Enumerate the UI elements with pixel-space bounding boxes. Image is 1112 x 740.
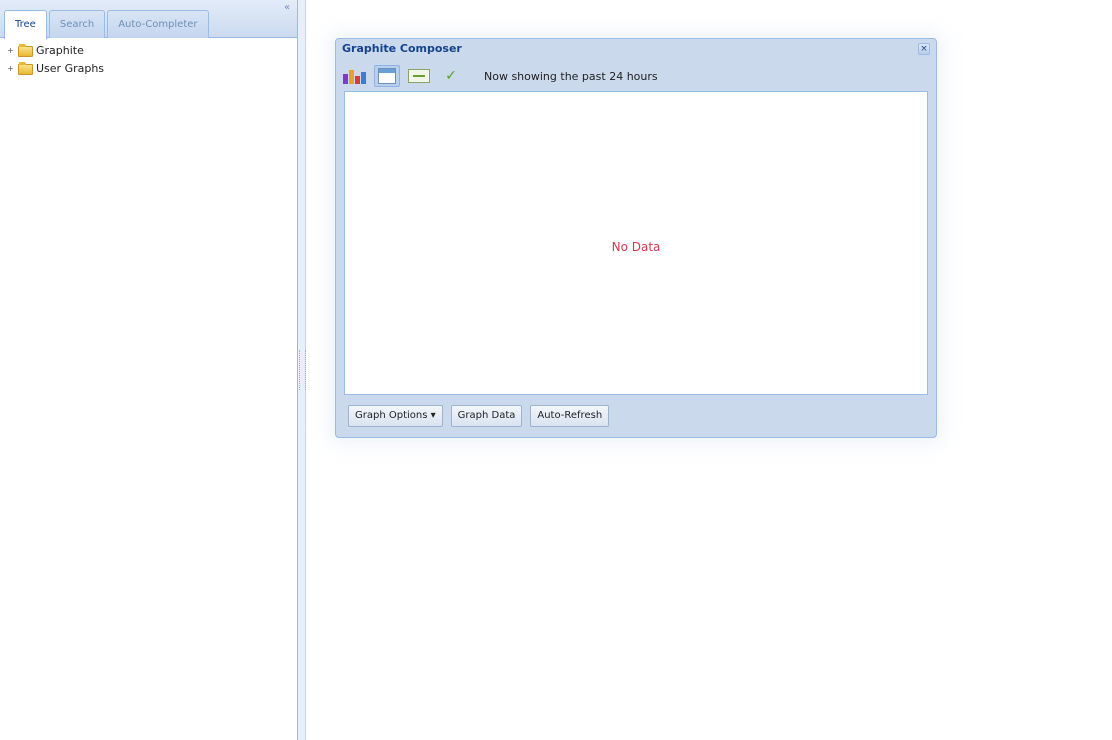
panel-splitter[interactable] [298,0,306,740]
update-button[interactable]: ✓ [438,65,464,87]
tree-node-graphite[interactable]: + Graphite [6,42,297,60]
composer-footer: Graph Options ▾ Graph Data Auto-Refresh [348,405,610,427]
tree-node-label: User Graphs [36,62,105,75]
auto-refresh-button[interactable]: Auto-Refresh [530,405,610,427]
collapse-panel-icon[interactable]: « [281,2,293,14]
graphite-composer-window: Graphite Composer × ✓ Now showing the pa… [335,38,937,438]
window-title: Graphite Composer [342,42,462,55]
tab-search[interactable]: Search [48,10,106,38]
chart-icon [343,68,367,84]
calendar-button[interactable] [374,65,400,87]
graph-options-button[interactable]: Graph Options ▾ [348,405,443,427]
time-range-icon [408,69,430,83]
composer-toolbar: ✓ Now showing the past 24 hours [342,65,928,87]
folder-icon [18,61,33,75]
window-header[interactable]: Graphite Composer × [336,39,936,59]
tab-auto-completer[interactable]: Auto-Completer [107,10,209,38]
graph-icon-button[interactable] [342,65,368,87]
time-range-status: Now showing the past 24 hours [484,69,658,83]
tab-tree[interactable]: Tree [4,10,47,39]
splitter-grip[interactable] [299,350,306,390]
time-range-button[interactable] [406,65,432,87]
tree-node-label: Graphite [36,44,84,57]
folder-icon [18,43,33,57]
left-panel: Tree Search Auto-Completer « + Graphite + … [0,0,298,740]
expand-icon[interactable]: + [6,60,15,78]
calendar-icon [378,68,396,84]
graph-data-button[interactable]: Graph Data [450,405,523,427]
graph-area: No Data [344,91,928,395]
expand-icon[interactable]: + [6,42,15,60]
tree-node-user-graphs[interactable]: + User Graphs [6,60,297,78]
checkmark-icon: ✓ [445,68,457,84]
metric-tree: + Graphite + User Graphs [0,38,297,78]
left-tabbar: Tree Search Auto-Completer « [0,0,297,39]
window-close-icon[interactable]: × [918,43,930,55]
no-data-message: No Data [611,240,661,254]
